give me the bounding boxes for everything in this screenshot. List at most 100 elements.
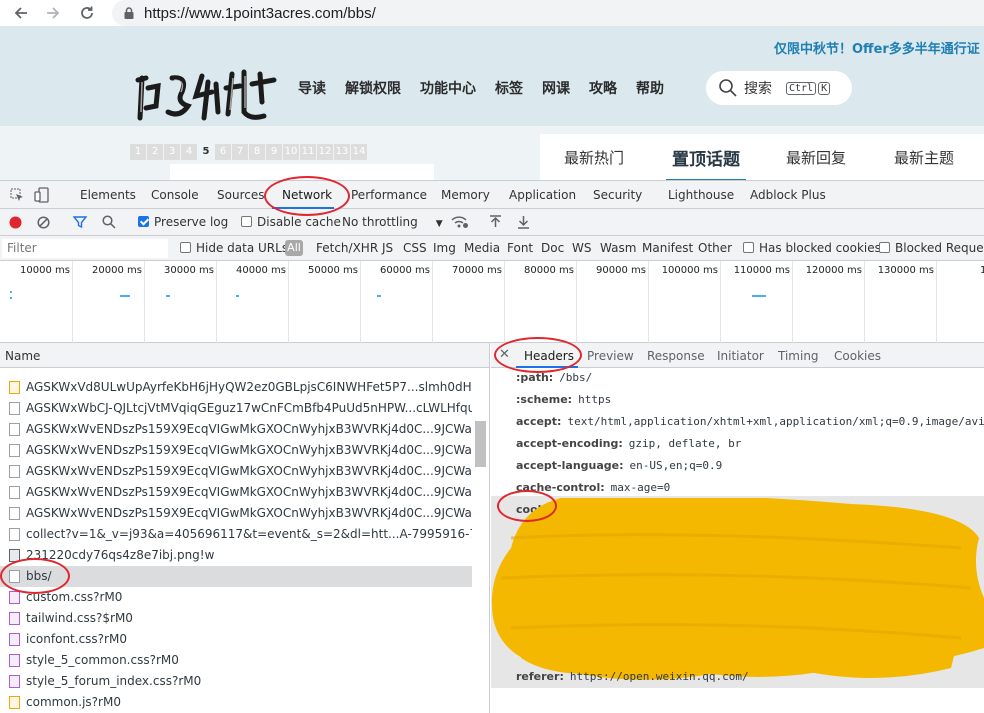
tab-latest-reply[interactable]: 最新回复 [786,147,846,168]
filter-wasm[interactable]: Wasm [600,241,636,255]
blocked-cookies-toggle[interactable]: Has blocked cookies [743,241,881,255]
request-row[interactable]: tailwind.css?$rM0 [0,608,472,629]
tab-headers[interactable]: Headers [524,349,574,363]
forward-button[interactable] [42,2,64,24]
filter-doc[interactable]: Doc [541,241,564,255]
header-accept-encoding[interactable]: accept-encoding: gzip, deflate, br [516,437,741,450]
tab-pinned[interactable]: 置顶话题 [666,145,747,180]
filter-media[interactable]: Media [464,241,500,255]
request-row[interactable]: style_5_common.css?rM0 [0,650,472,671]
page-link[interactable]: 10 [283,144,299,160]
filter-other[interactable]: Other [698,241,732,255]
filter-css[interactable]: CSS [403,241,427,255]
header-accept[interactable]: accept: text/html,application/xhtml+xml,a… [516,415,984,428]
tab-memory[interactable]: Memory [441,188,490,202]
preserve-log-toggle[interactable]: Preserve log [138,215,228,229]
import-har-icon[interactable] [489,215,502,229]
throttling-select[interactable]: No throttling ▼ [342,215,443,229]
page-link[interactable]: 12 [317,144,333,160]
request-row[interactable]: 231220cdy76qs4z8e7ibj.png!w [0,545,472,566]
tab-elements[interactable]: Elements [80,188,136,202]
header-accept-language[interactable]: accept-language: en-US,en;q=0.9 [516,459,722,472]
network-overview[interactable]: 10000 ms 20000 ms 30000 ms 40000 ms 50000 ms… [0,261,984,343]
page-link[interactable]: 1 [130,144,146,160]
filter-fetch-xhr[interactable]: Fetch/XHR [316,241,378,255]
device-toolbar-icon[interactable] [34,187,50,203]
page-link[interactable]: 11 [300,144,316,160]
nav-unlock[interactable]: 解锁权限 [345,78,401,98]
request-row[interactable]: AGSKWxWvENDszPs159X9EcqVIGwMkGXOCnWyhjxB… [0,419,472,440]
tab-application[interactable]: Application [509,188,576,202]
reload-button[interactable] [76,2,98,24]
site-logo[interactable] [132,62,284,126]
page-link[interactable]: 8 [249,144,265,160]
nav-guides[interactable]: 攻略 [589,78,617,98]
inspect-element-icon[interactable] [10,188,24,202]
hide-data-urls-toggle[interactable]: Hide data URLs [180,241,288,255]
disable-cache-toggle[interactable]: Disable cache [241,215,341,229]
blocked-requests-toggle[interactable]: Blocked Requests [879,241,984,255]
request-row[interactable]: collect?v=1&_v=j93&a=405696117&t=event&_… [0,524,472,545]
page-link[interactable]: 13 [334,144,350,160]
page-link[interactable]: 14 [351,144,367,160]
header-path[interactable]: :path: /bbs/ [516,371,592,384]
tab-response[interactable]: Response [647,349,705,363]
filter-img[interactable]: Img [433,241,456,255]
page-link[interactable]: 9 [266,144,282,160]
page-link[interactable]: 4 [181,144,197,160]
request-row[interactable]: AGSKWxWvENDszPs159X9EcqVIGwMkGXOCnWyhjxB… [0,461,472,482]
tab-cookies[interactable]: Cookies [834,349,881,363]
header-cache-control[interactable]: cache-control: max-age=0 [516,481,670,494]
request-row[interactable]: AGSKWxWvENDszPs159X9EcqVIGwMkGXOCnWyhjxB… [0,482,472,503]
nav-features[interactable]: 功能中心 [420,78,476,98]
request-row[interactable]: iconfont.css?rM0 [0,629,472,650]
tab-latest-topic[interactable]: 最新主题 [894,147,954,168]
tab-adblock-plus[interactable]: Adblock Plus [750,188,826,202]
promo-banner[interactable]: 仅限中秋节！Offer多多半年通行证 [774,38,980,57]
record-icon[interactable] [9,216,22,229]
tab-console[interactable]: Console [151,188,199,202]
tab-network[interactable]: Network [282,188,332,202]
request-row[interactable]: style_5_forum_index.css?rM0 [0,671,472,692]
filter-icon[interactable] [73,215,87,229]
tab-lighthouse[interactable]: Lighthouse [668,188,734,202]
site-search[interactable]: 搜索 Ctrl K [706,71,852,105]
tab-hot[interactable]: 最新热门 [564,147,624,168]
request-row[interactable]: common.js?rM0 [0,692,472,713]
nav-tags[interactable]: 标签 [495,78,523,98]
address-bar[interactable]: https://www.1point3acres.com/bbs/ [112,0,984,26]
request-row[interactable]: AGSKWxVd8ULwUpAyrfeKbH6jHyQW2ez0GBLpjsC6… [0,377,472,398]
filter-js[interactable]: JS [382,241,393,255]
header-scheme[interactable]: :scheme: https [516,393,611,406]
request-row[interactable]: AGSKWxWvENDszPs159X9EcqVIGwMkGXOCnWyhjxB… [0,440,472,461]
export-har-icon[interactable] [517,215,530,229]
request-row[interactable]: AGSKWxWbCJ-QJLtcjVtMVqiqGEguz17wCnFCmBfb… [0,398,472,419]
tab-preview[interactable]: Preview [587,349,634,363]
search-icon[interactable] [102,215,116,229]
filter-font[interactable]: Font [507,241,533,255]
tab-performance[interactable]: Performance [351,188,427,202]
page-link[interactable]: 5 [198,144,214,160]
filter-input[interactable]: Filter [2,239,168,258]
request-row[interactable]: AGSKWxWvENDszPs159X9EcqVIGwMkGXOCnWyhjxB… [0,503,472,524]
nav-help[interactable]: 帮助 [636,78,664,98]
tab-security[interactable]: Security [593,188,642,202]
tab-timing[interactable]: Timing [778,349,819,363]
back-button[interactable] [10,2,32,24]
header-referer[interactable]: referer: https://open.weixin.qq.com/ [516,670,749,683]
page-link[interactable]: 3 [164,144,180,160]
scrollbar-thumb[interactable] [475,421,486,467]
tab-initiator[interactable]: Initiator [717,349,764,363]
filter-ws[interactable]: WS [572,241,591,255]
close-icon[interactable]: ✕ [499,347,510,362]
page-link[interactable]: 6 [215,144,231,160]
page-link[interactable]: 2 [147,144,163,160]
request-row[interactable]: custom.css?rM0 [0,587,472,608]
nav-guide[interactable]: 导读 [298,78,326,98]
filter-all[interactable]: All [285,240,303,256]
tab-sources[interactable]: Sources [217,188,264,202]
nav-courses[interactable]: 网课 [542,78,570,98]
filter-manifest[interactable]: Manifest [642,241,693,255]
request-row[interactable]: bbs/ [0,566,472,587]
clear-icon[interactable] [37,216,50,229]
